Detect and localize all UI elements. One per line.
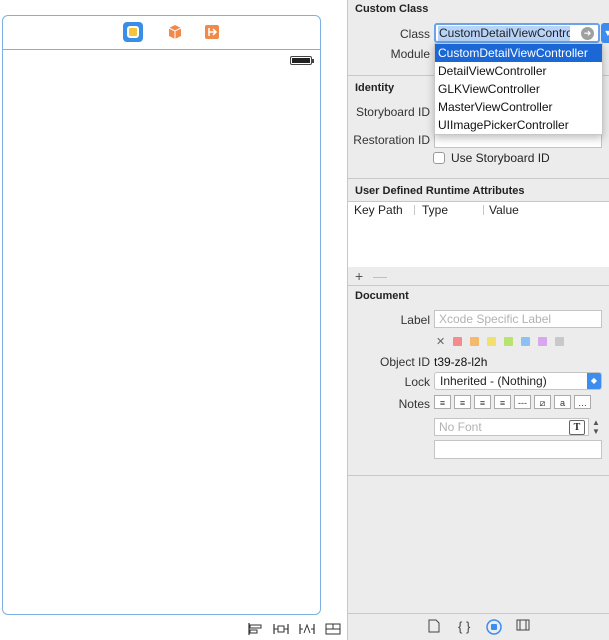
color-swatch-purple[interactable] <box>538 337 548 346</box>
go-to-class-icon[interactable]: ➜ <box>581 27 594 40</box>
file-inspector-icon[interactable] <box>428 619 440 636</box>
dash-icon[interactable]: --- <box>514 395 531 409</box>
align-left-icon[interactable]: ≡ <box>434 395 451 409</box>
label-color-swatches: ✕ <box>436 335 565 348</box>
runtime-attributes-title: User Defined Runtime Attributes <box>355 185 525 197</box>
dropdown-item[interactable]: MasterViewController <box>435 98 602 116</box>
color-swatch-blue[interactable] <box>521 337 531 346</box>
no-color-icon[interactable]: ⧄ <box>534 395 551 409</box>
font-placeholder: No Font <box>439 420 482 434</box>
more-options-icon[interactable]: … <box>574 395 591 409</box>
identity-inspector-icon[interactable] <box>486 619 502 638</box>
color-swatch-green[interactable] <box>504 337 514 346</box>
attributes-inspector-icon[interactable] <box>516 619 530 634</box>
column-divider <box>483 205 484 215</box>
color-swatch-gray[interactable] <box>555 337 565 346</box>
view-controller-icon[interactable] <box>123 22 143 42</box>
remove-attribute-button[interactable]: — <box>373 268 387 284</box>
dropdown-item[interactable]: GLKViewController <box>435 80 602 98</box>
use-storyboard-id-label: Use Storyboard ID <box>451 151 550 165</box>
lock-label: Lock <box>404 375 430 389</box>
battery-icon <box>290 56 314 65</box>
pin-icon[interactable] <box>273 622 289 636</box>
align-icon[interactable] <box>247 622 263 636</box>
column-header-value[interactable]: Value <box>489 203 519 217</box>
scene-dock <box>3 16 320 50</box>
align-right-icon[interactable]: ≡ <box>474 395 491 409</box>
separator <box>348 475 609 476</box>
dropdown-item[interactable]: CustomDetailViewController <box>435 44 602 62</box>
first-responder-icon[interactable] <box>165 22 185 42</box>
dropdown-item[interactable]: UIImagePickerController <box>435 116 602 134</box>
lock-popup[interactable]: Inherited - (Nothing) ◆ <box>434 372 602 390</box>
column-header-type[interactable]: Type <box>422 203 448 217</box>
class-combobox[interactable]: CustomDetailViewContro ➜ <box>434 23 600 43</box>
canvas-bottom-toolbar <box>247 622 341 636</box>
runtime-attributes-table[interactable] <box>348 218 609 267</box>
identity-title: Identity <box>355 82 395 94</box>
align-justify-icon[interactable]: ≡ <box>494 395 511 409</box>
class-field-text[interactable]: CustomDetailViewContro <box>438 26 570 41</box>
font-field[interactable]: No Font T <box>434 418 589 436</box>
add-attribute-button[interactable]: + <box>355 268 363 284</box>
column-header-key-path[interactable]: Key Path <box>354 203 403 217</box>
notes-text-area[interactable] <box>434 440 602 459</box>
align-center-icon[interactable]: ≡ <box>454 395 471 409</box>
notes-label: Notes <box>398 397 430 411</box>
quick-help-icon[interactable]: { } <box>458 619 470 634</box>
use-storyboard-id-checkbox[interactable] <box>433 152 445 164</box>
label-label: Label <box>400 313 430 327</box>
font-size-stepper[interactable]: ▲ ▼ <box>591 418 601 436</box>
resizing-icon[interactable] <box>325 622 341 636</box>
inspector-tab-bar: { } <box>348 613 609 640</box>
custom-class-title: Custom Class <box>355 3 429 15</box>
storyboard-id-label: Storyboard ID <box>355 105 430 119</box>
lock-value: Inherited - (Nothing) <box>440 374 547 388</box>
runtime-attributes-header: Key Path Type Value <box>348 201 609 219</box>
class-dropdown-button[interactable]: ▼ <box>601 23 609 43</box>
xcode-label-field[interactable]: Xcode Specific Label <box>434 310 602 328</box>
dropdown-item[interactable]: DetailViewController <box>435 62 602 80</box>
identity-inspector: Custom Class Class CustomDetailViewContr… <box>348 0 609 640</box>
view-controller-scene[interactable] <box>2 15 321 615</box>
xcode-label-placeholder: Xcode Specific Label <box>439 312 552 326</box>
text-color-icon[interactable]: a <box>554 395 571 409</box>
document-title: Document <box>355 290 409 302</box>
object-id-value: t39-z8-l2h <box>434 355 488 369</box>
color-swatch-red[interactable] <box>453 337 463 346</box>
module-label: Module <box>390 47 430 61</box>
exit-icon[interactable] <box>202 22 222 42</box>
storyboard-canvas[interactable] <box>0 0 347 640</box>
chevron-updown-icon: ◆ <box>587 373 601 389</box>
color-swatch-yellow[interactable] <box>487 337 497 346</box>
column-divider <box>414 205 415 215</box>
clear-color-icon[interactable]: ✕ <box>436 335 445 348</box>
separator <box>348 285 609 286</box>
class-label: Class <box>399 27 430 41</box>
class-suggestions-dropdown: CustomDetailViewController DetailViewCon… <box>434 43 603 135</box>
font-picker-icon[interactable]: T <box>569 420 585 435</box>
object-id-label: Object ID <box>379 355 430 369</box>
separator <box>348 178 609 179</box>
resolve-icon[interactable] <box>299 622 315 636</box>
notes-format-toolbar: ≡ ≡ ≡ ≡ --- ⧄ a … <box>434 395 591 409</box>
restoration-id-label: Restoration ID <box>353 133 430 147</box>
color-swatch-orange[interactable] <box>470 337 480 346</box>
